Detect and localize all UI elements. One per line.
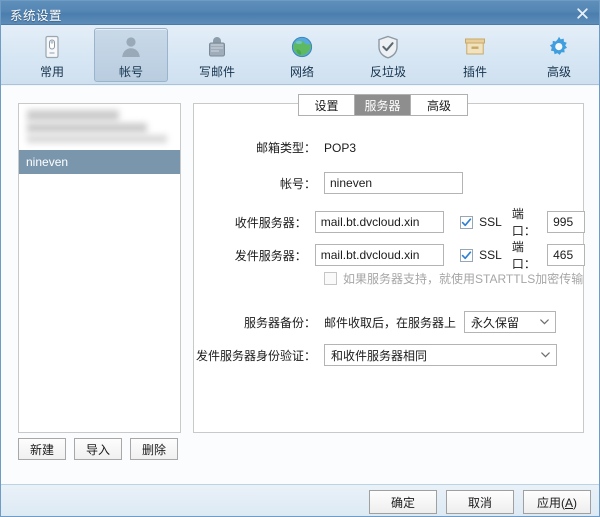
outgoing-server-row: 发件服务器： mail.bt.dvcloud.xin SSL 端口： 465 [194, 238, 585, 272]
starttls-row: 如果服务器支持，就使用STARTTLS加密传输 [194, 270, 585, 287]
outgoing-ssl-label: SSL [479, 248, 502, 262]
incoming-server-label: 收件服务器： [234, 215, 307, 230]
account-list-buttons: 新建 导入 删除 [18, 438, 178, 460]
toolbar-item-label: 网络 [289, 65, 314, 79]
general-icon [38, 33, 66, 61]
mail-type-value: POP3 [324, 140, 357, 155]
chevron-down-icon [541, 350, 550, 361]
toolbar-item-antispam[interactable]: 反垃圾 [351, 28, 425, 82]
tab-server[interactable]: 服务器 [355, 95, 411, 115]
toolbar-item-compose[interactable]: 写邮件 [180, 28, 254, 82]
toolbar-item-label: 写邮件 [198, 65, 235, 79]
toolbar-item-advanced[interactable]: 高级 [522, 28, 596, 82]
toolbar-item-label: 常用 [39, 65, 64, 79]
dialog-footer: 确定 取消 应用(A) [1, 484, 599, 516]
outgoing-auth-label: 发件服务器身份验证： [195, 348, 316, 363]
server-backup-prefix: 邮件收取后，在服务器上 [324, 315, 457, 330]
settings-tabs: 设置 服务器 高级 [298, 94, 468, 116]
outgoing-server-input[interactable]: mail.bt.dvcloud.xin [314, 244, 445, 266]
globe-network-icon [288, 33, 316, 61]
main-toolbar: 常用 帐号 写邮件 网络 反垃圾 插件 高级 [1, 25, 599, 85]
toolbar-item-label: 反垃圾 [369, 65, 406, 79]
outgoing-auth-row: 发件服务器身份验证： 和收件服务器相同 [194, 344, 585, 366]
starttls-checkbox[interactable] [324, 272, 337, 285]
toolbar-item-network[interactable]: 网络 [265, 28, 339, 82]
account-settings-panel: 设置 服务器 高级 邮箱类型： POP3 帐号： nineven 收件服务器： … [193, 94, 585, 433]
settings-body: nineven 新建 导入 删除 设置 服务器 高级 邮箱类型： POP3 帐号… [1, 86, 599, 484]
tab-settings[interactable]: 设置 [299, 95, 355, 115]
toolbar-item-general[interactable]: 常用 [15, 28, 89, 82]
toolbar-item-label: 帐号 [118, 65, 143, 79]
settings-window: 系统设置 常用 帐号 写邮件 网络 反垃圾 插件 高级 nineven 新建 导… [0, 0, 600, 517]
import-account-button[interactable]: 导入 [74, 438, 122, 460]
toolbar-item-label: 插件 [462, 65, 487, 79]
toolbar-item-account[interactable]: 帐号 [94, 28, 168, 82]
outgoing-port-input[interactable]: 465 [547, 244, 585, 266]
shield-check-icon [374, 33, 402, 61]
incoming-ssl-checkbox[interactable] [460, 215, 474, 229]
outgoing-port-label: 端口： [511, 240, 536, 271]
account-input[interactable]: nineven [324, 172, 463, 194]
check-icon [461, 250, 472, 259]
delete-account-button[interactable]: 删除 [130, 438, 178, 460]
mail-type-label: 邮箱类型： [255, 141, 316, 155]
outgoing-ssl-checkbox[interactable] [460, 248, 474, 262]
incoming-port-input[interactable]: 995 [547, 211, 585, 233]
server-backup-label: 服务器备份： [243, 315, 316, 330]
cancel-button[interactable]: 取消 [446, 490, 514, 514]
mail-type-row: 邮箱类型： POP3 [194, 139, 585, 156]
plugin-box-icon [461, 33, 489, 61]
server-backup-row: 服务器备份： 邮件收取后，在服务器上 永久保留 [194, 311, 585, 333]
list-item-nineven[interactable]: nineven [19, 150, 180, 174]
toolbar-item-label: 高级 [546, 65, 571, 79]
user-icon [117, 33, 145, 61]
list-item-label: nineven [26, 155, 69, 169]
account-row: 帐号： nineven [194, 172, 585, 194]
ok-button[interactable]: 确定 [369, 490, 437, 514]
check-icon [461, 217, 472, 226]
toolbar-item-plugin[interactable]: 插件 [438, 28, 512, 82]
server-backup-select[interactable]: 永久保留 [464, 311, 557, 333]
account-list[interactable]: nineven [18, 103, 181, 433]
title-bar: 系统设置 [1, 1, 599, 25]
incoming-port-label: 端口： [511, 207, 536, 238]
incoming-server-input[interactable]: mail.bt.dvcloud.xin [314, 211, 445, 233]
chevron-down-icon [540, 317, 549, 328]
outgoing-auth-select-value: 和收件服务器相同 [331, 348, 428, 363]
account-label: 帐号： [279, 176, 316, 191]
list-item-redacted[interactable] [19, 104, 180, 150]
incoming-server-row: 收件服务器： mail.bt.dvcloud.xin SSL 端口： 995 [194, 205, 585, 239]
apply-button[interactable]: 应用(A) [523, 490, 591, 514]
server-backup-select-value: 永久保留 [471, 315, 520, 330]
compose-mail-icon [203, 33, 231, 61]
dialog-footer-buttons: 确定 取消 应用(A) [369, 490, 591, 514]
tab-advanced[interactable]: 高级 [411, 95, 467, 115]
gear-icon [545, 33, 573, 61]
apply-button-label: 应用(A) [536, 495, 577, 510]
new-account-button[interactable]: 新建 [18, 438, 66, 460]
outgoing-auth-select[interactable]: 和收件服务器相同 [324, 344, 557, 366]
outgoing-server-label: 发件服务器： [234, 248, 307, 263]
starttls-label: 如果服务器支持，就使用STARTTLS加密传输 [343, 272, 584, 286]
window-title: 系统设置 [10, 9, 63, 23]
close-icon[interactable] [571, 3, 593, 23]
incoming-ssl-label: SSL [479, 215, 502, 229]
